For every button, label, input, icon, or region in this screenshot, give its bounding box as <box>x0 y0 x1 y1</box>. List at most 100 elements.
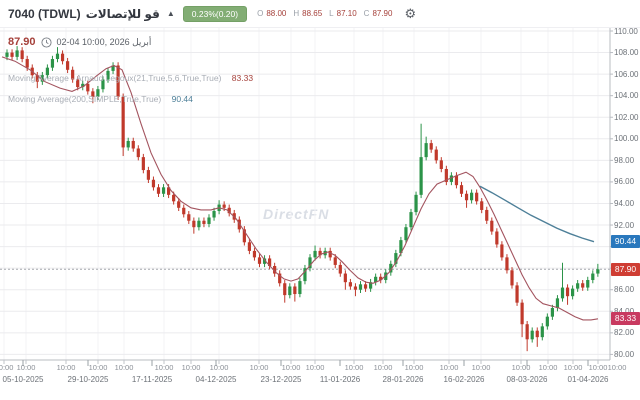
candle-body <box>586 280 589 288</box>
symbol-dropdown-caret-icon[interactable]: ▲ <box>167 9 175 18</box>
trading-chart-window: DirectFN 7040 (TDWL) قو للإتصالات ▲ 0.23… <box>0 0 640 400</box>
date-label: 05-10-2025 <box>3 375 44 384</box>
price-tick-label: 86.00 <box>614 285 634 294</box>
candle-body <box>56 54 59 59</box>
candle-body <box>127 141 130 147</box>
open-label: O <box>257 9 263 18</box>
candle-body <box>521 303 524 325</box>
time-tick-label: 10:00 <box>182 363 201 372</box>
date-label: 08-03-2026 <box>507 375 548 384</box>
change-badge: 0.23%(0.20) <box>183 6 247 22</box>
candle-body <box>253 251 256 257</box>
candle-body <box>455 175 458 185</box>
price-tick-label: 100.00 <box>614 134 638 143</box>
candle-body <box>147 170 150 180</box>
high-label: H <box>293 9 299 18</box>
price-axis-badge: 90.44 <box>611 235 640 248</box>
date-label: 28-01-2026 <box>383 375 424 384</box>
price-tick-label: 94.00 <box>614 199 634 208</box>
candle-body <box>591 274 594 280</box>
candle-body <box>364 284 367 288</box>
indicator-label-alma: Moving Average - Arnaud Legoux(21,True,5… <box>8 73 253 83</box>
time-tick-label: 10:00 <box>115 363 134 372</box>
candle-body <box>551 308 554 317</box>
date-label: 29-10-2025 <box>68 375 109 384</box>
date-label: 17-11-2025 <box>132 375 172 384</box>
price-tick-label: 80.00 <box>614 350 634 359</box>
settings-gear-icon[interactable]: ⚙ <box>404 6 416 22</box>
candle-body <box>526 324 529 339</box>
date-label: 16-02-2026 <box>444 375 485 384</box>
candle-body <box>298 281 301 294</box>
candle-body <box>576 283 579 288</box>
last-trade-info: 87.90 02-04 10:00, 2026 أبريل <box>8 36 151 48</box>
candle-body <box>182 208 185 214</box>
candle-body <box>223 205 226 208</box>
candle-body <box>546 317 549 327</box>
ohlc-summary: O 88.00 H 88.65 L 87.10 C 87.90 <box>257 9 396 18</box>
candle-body <box>531 331 534 340</box>
company-name: قو للإتصالات <box>86 7 160 21</box>
price-tick-label: 104.00 <box>614 91 638 100</box>
time-tick-label: 10:00 <box>374 363 393 372</box>
chart-header: 7040 (TDWL) قو للإتصالات ▲ 0.23%(0.20) O… <box>0 0 640 28</box>
high-value: 88.65 <box>302 9 322 18</box>
time-tick-label: 10:00 <box>608 363 627 372</box>
candle-body <box>581 283 584 287</box>
low-value: 87.10 <box>337 9 357 18</box>
time-tick-label: 10:00 <box>89 363 108 372</box>
indicator-label-sma200: Moving Average(200,SIMPLE,True,True) 90.… <box>8 94 193 104</box>
time-tick-label: 10:00 <box>0 363 13 372</box>
candle-body <box>435 150 438 161</box>
clock-icon <box>41 37 52 48</box>
candle-body <box>283 283 286 295</box>
time-tick-label: 10:00 <box>512 363 531 372</box>
candlestick-chart[interactable] <box>0 0 640 400</box>
candle-body <box>571 289 574 297</box>
candle-body <box>490 221 493 232</box>
time-tick-label: 10:00 <box>17 363 36 372</box>
candle-body <box>21 50 24 59</box>
candle-body <box>470 193 473 201</box>
low-label: L <box>329 9 333 18</box>
time-tick-label: 10:00 <box>155 363 174 372</box>
time-tick-label: 10:00 <box>345 363 364 372</box>
candle-body <box>339 265 342 274</box>
candle-body <box>142 157 145 170</box>
candle-body <box>465 194 468 200</box>
price-axis-badge: 83.33 <box>611 312 640 325</box>
candle-body <box>177 201 180 207</box>
indicator-name: Moving Average(200,SIMPLE,True,True) <box>8 94 161 104</box>
candle-body <box>425 143 428 157</box>
time-tick-label: 10:00 <box>589 363 608 372</box>
time-tick-label: 10:00 <box>472 363 491 372</box>
candle-body <box>5 53 8 57</box>
candle-body <box>86 84 89 92</box>
price-tick-label: 96.00 <box>614 177 634 186</box>
candle-body <box>197 221 200 227</box>
candle-body <box>212 211 215 217</box>
candle-body <box>61 54 64 62</box>
candle-body <box>334 257 337 265</box>
candle-body <box>495 232 498 245</box>
candle-body <box>475 193 478 202</box>
candle-body <box>420 157 423 195</box>
time-tick-label: 10:00 <box>539 363 558 372</box>
candle-body <box>409 212 412 227</box>
candle-body <box>505 257 508 270</box>
date-label: 04-12-2025 <box>196 375 237 384</box>
candle-body <box>51 59 54 68</box>
time-tick-label: 10:00 <box>210 363 229 372</box>
candle-body <box>288 286 291 295</box>
candle-body <box>66 61 69 70</box>
price-tick-label: 92.00 <box>614 221 634 230</box>
candle-body <box>349 282 352 286</box>
last-price: 87.90 <box>8 36 36 48</box>
time-tick-label: 10:00 <box>564 363 583 372</box>
candle-body <box>329 251 332 257</box>
candle-body <box>207 217 210 223</box>
indicator-name: Moving Average - Arnaud Legoux(21,True,5… <box>8 73 221 83</box>
open-value: 88.00 <box>266 9 286 18</box>
ticker-symbol: 7040 (TDWL) <box>8 7 81 21</box>
candle-body <box>162 187 165 193</box>
